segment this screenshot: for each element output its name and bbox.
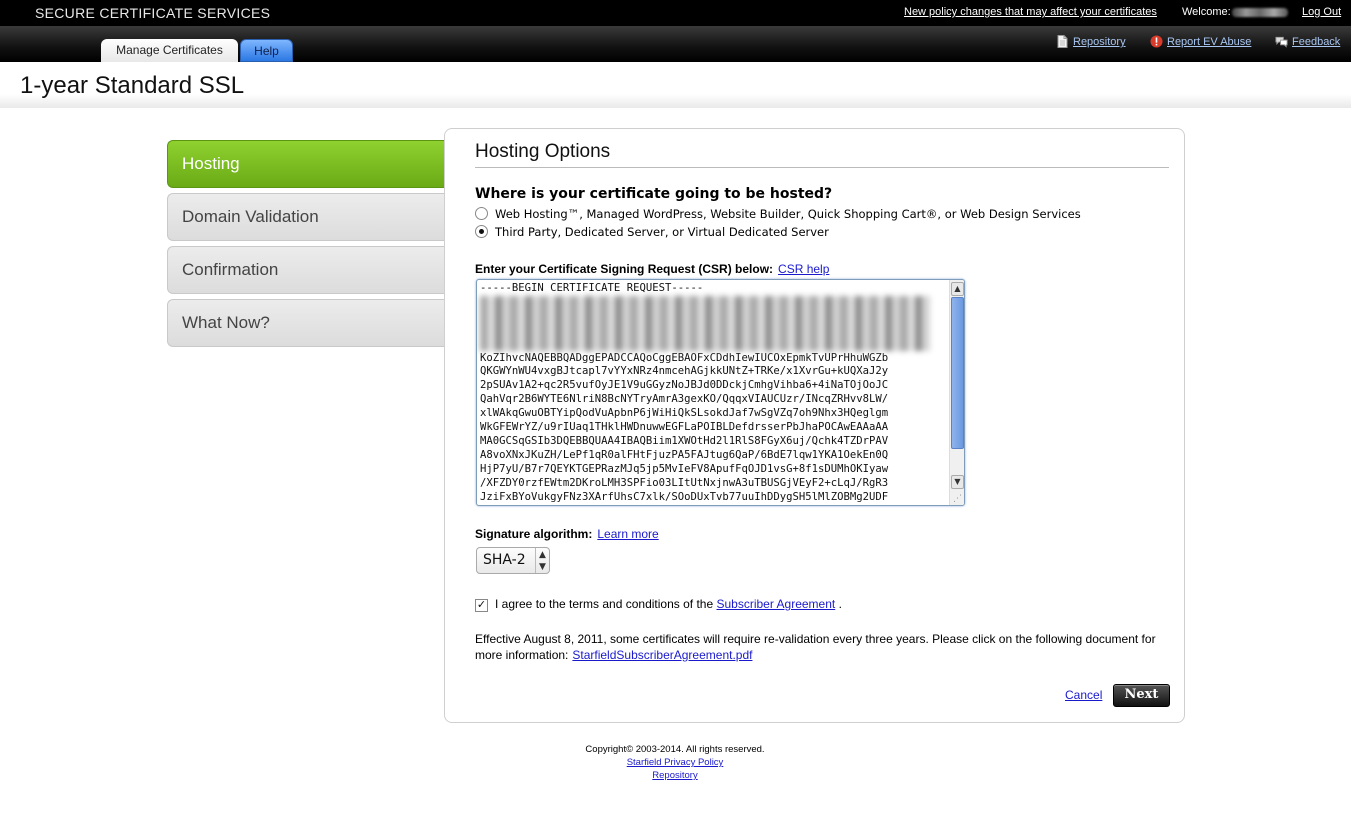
step-domain-validation[interactable]: Domain Validation xyxy=(167,193,445,241)
tab-help[interactable]: Help xyxy=(240,39,293,62)
panel-title: Hosting Options xyxy=(475,141,1169,168)
title-band: 1-year Standard SSL xyxy=(0,62,1351,108)
nav-report-ev-abuse[interactable]: Report EV Abuse xyxy=(1150,35,1251,48)
brand-name: SECURE CERTIFICATE SERVICES xyxy=(35,5,271,21)
document-icon xyxy=(1057,35,1068,48)
csr-label-text: Enter your Certificate Signing Request (… xyxy=(475,262,774,276)
csr-redacted-region xyxy=(480,296,930,351)
starfield-agreement-pdf-link[interactable]: StarfieldSubscriberAgreement.pdf xyxy=(572,648,752,662)
nav-repository[interactable]: Repository xyxy=(1056,35,1126,48)
report-ev-abuse-link[interactable]: Report EV Abuse xyxy=(1167,36,1251,48)
next-button[interactable]: Next xyxy=(1113,684,1170,707)
csr-scrollbar[interactable]: ▲ ▼ xyxy=(949,280,964,505)
effective-notice: Effective August 8, 2011, some certifica… xyxy=(475,631,1175,663)
option-label: Web Hosting™, Managed WordPress, Website… xyxy=(495,207,1081,221)
step-what-now[interactable]: What Now? xyxy=(167,299,445,347)
agreement-row: ✓ I agree to the terms and conditions of … xyxy=(475,597,842,612)
signature-label: Signature algorithm: Learn more xyxy=(475,527,659,541)
feedback-link[interactable]: Feedback xyxy=(1292,36,1340,48)
hosting-question: Where is your certificate going to be ho… xyxy=(475,186,833,202)
logout-link[interactable]: Log Out xyxy=(1302,6,1341,18)
hosting-options-panel: Hosting Options Where is your certificat… xyxy=(444,128,1185,723)
nav-bar: Manage Certificates Help Repository Repo… xyxy=(0,26,1351,62)
user-name-redacted xyxy=(1231,7,1288,17)
agree-end: . xyxy=(838,597,842,611)
option-label: Third Party, Dedicated Server, or Virtua… xyxy=(495,225,829,239)
radio-third-party[interactable] xyxy=(475,225,488,238)
resize-grip-icon[interactable]: ⋰ xyxy=(953,494,963,504)
scroll-up-icon[interactable]: ▲ xyxy=(951,282,964,296)
csr-textarea[interactable]: -----BEGIN CERTIFICATE REQUEST----- KoZI… xyxy=(476,279,965,506)
csr-label: Enter your Certificate Signing Request (… xyxy=(475,262,829,276)
hosting-option-web-hosting[interactable]: Web Hosting™, Managed WordPress, Website… xyxy=(475,207,1081,221)
agree-checkbox[interactable]: ✓ xyxy=(475,599,488,612)
policy-changes-link[interactable]: New policy changes that may affect your … xyxy=(904,6,1157,18)
chevron-updown-icon: ▲ ▼ xyxy=(535,548,549,573)
speech-bubble-icon xyxy=(1275,36,1288,48)
nav-feedback[interactable]: Feedback xyxy=(1275,35,1340,48)
page-title: 1-year Standard SSL xyxy=(20,72,245,99)
footer-repository-link[interactable]: Repository xyxy=(525,769,825,782)
warning-icon xyxy=(1150,35,1163,48)
steps-sidebar: Hosting Domain Validation Confirmation W… xyxy=(167,140,460,352)
csr-help-link[interactable]: CSR help xyxy=(778,262,829,276)
welcome-label: Welcome: xyxy=(1182,6,1231,18)
step-hosting[interactable]: Hosting xyxy=(167,140,460,188)
tab-manage-certificates[interactable]: Manage Certificates xyxy=(101,39,238,62)
cancel-link[interactable]: Cancel xyxy=(1065,688,1102,702)
signature-selected-value: SHA-2 xyxy=(483,552,526,568)
scroll-down-icon[interactable]: ▼ xyxy=(951,475,964,489)
welcome-text: Welcome: xyxy=(1182,6,1288,18)
radio-web-hosting[interactable] xyxy=(475,207,488,220)
signature-algorithm-select[interactable]: SHA-2 ▲ ▼ xyxy=(476,547,550,574)
hosting-option-third-party[interactable]: Third Party, Dedicated Server, or Virtua… xyxy=(475,225,829,239)
repository-link[interactable]: Repository xyxy=(1073,36,1126,48)
learn-more-link[interactable]: Learn more xyxy=(597,527,658,541)
subscriber-agreement-link[interactable]: Subscriber Agreement xyxy=(716,597,835,611)
scroll-thumb[interactable] xyxy=(951,297,964,449)
top-bar: SECURE CERTIFICATE SERVICES New policy c… xyxy=(0,0,1351,26)
signature-label-text: Signature algorithm: xyxy=(475,527,593,541)
copyright: Copyright© 2003-2014. All rights reserve… xyxy=(585,744,765,755)
privacy-policy-link[interactable]: Starfield Privacy Policy xyxy=(525,756,825,769)
footer: Copyright© 2003-2014. All rights reserve… xyxy=(525,743,825,782)
step-confirmation[interactable]: Confirmation xyxy=(167,246,445,294)
agree-text: I agree to the terms and conditions of t… xyxy=(495,597,714,611)
